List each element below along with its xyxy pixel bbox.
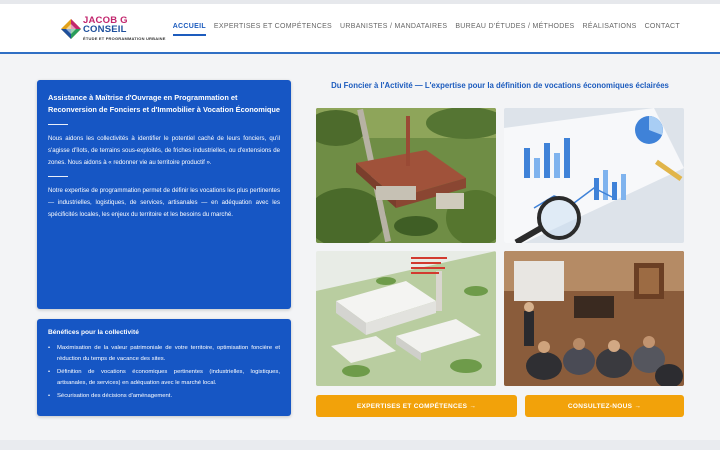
nav-item-accueil[interactable]: ACCUEIL [172, 23, 206, 36]
intro-paragraph-2: Notre expertise de programmation permet … [48, 187, 280, 218]
photo-charts-and-magnifier [504, 108, 684, 243]
brand-name-line2: CONSEIL [83, 24, 127, 35]
benefit-item: Sécurisation des décisions d'aménagement… [48, 391, 280, 402]
site-header: JACOB G CONSEIL ÉTUDE ET PROGRAMMATION U… [0, 4, 720, 54]
benefits-card: Bénéfices pour la collectivité Maximisat… [37, 319, 291, 416]
expertise-button[interactable]: EXPERTISES ET COMPÉTENCES → [316, 395, 517, 417]
main-nav: ACCUEIL EXPERTISES ET COMPÉTENCES URBANI… [165, 23, 680, 36]
brand-logo[interactable]: JACOB G CONSEIL ÉTUDE ET PROGRAMMATION U… [60, 15, 180, 45]
contact-button[interactable]: CONSULTEZ-NOUS → [525, 395, 684, 417]
nav-item-realisations[interactable]: RÉALISATIONS [583, 23, 637, 36]
photo-3d-masterplan [316, 251, 496, 386]
intro-card: Assistance à Maîtrise d'Ouvrage en Progr… [37, 80, 291, 309]
intro-title: Assistance à Maîtrise d'Ouvrage en Progr… [48, 93, 281, 114]
divider [48, 124, 68, 125]
benefit-item: Définition de vocations économiques pert… [48, 367, 280, 388]
nav-item-contact[interactable]: CONTACT [645, 23, 680, 36]
benefit-item: Maximisation de la valeur patrimoniale d… [48, 343, 280, 364]
benefits-list: Maximisation de la valeur patrimoniale d… [48, 343, 280, 402]
nav-item-expertises[interactable]: EXPERTISES ET COMPÉTENCES [214, 23, 332, 36]
benefits-title: Bénéfices pour la collectivité [48, 329, 139, 336]
brand-tagline: ÉTUDE ET PROGRAMMATION URBAINE [83, 36, 166, 41]
intro-paragraph-1: Nous aidons les collectivités à identifi… [48, 135, 280, 166]
nav-item-bureau-etudes[interactable]: BUREAU D'ÉTUDES / MÉTHODES [455, 23, 574, 36]
brand-name: JACOB G CONSEIL [83, 16, 128, 35]
divider [48, 176, 68, 178]
logo-mark-icon [61, 19, 81, 39]
footer-strip [0, 440, 720, 450]
photo-workshop-meeting [504, 251, 684, 386]
nav-item-urbanistes[interactable]: URBANISTES / MANDATAIRES [340, 23, 447, 36]
photo-aerial-industrial-site [316, 108, 496, 243]
gallery-title: Du Foncier à l'Activité — L'expertise po… [331, 81, 669, 90]
